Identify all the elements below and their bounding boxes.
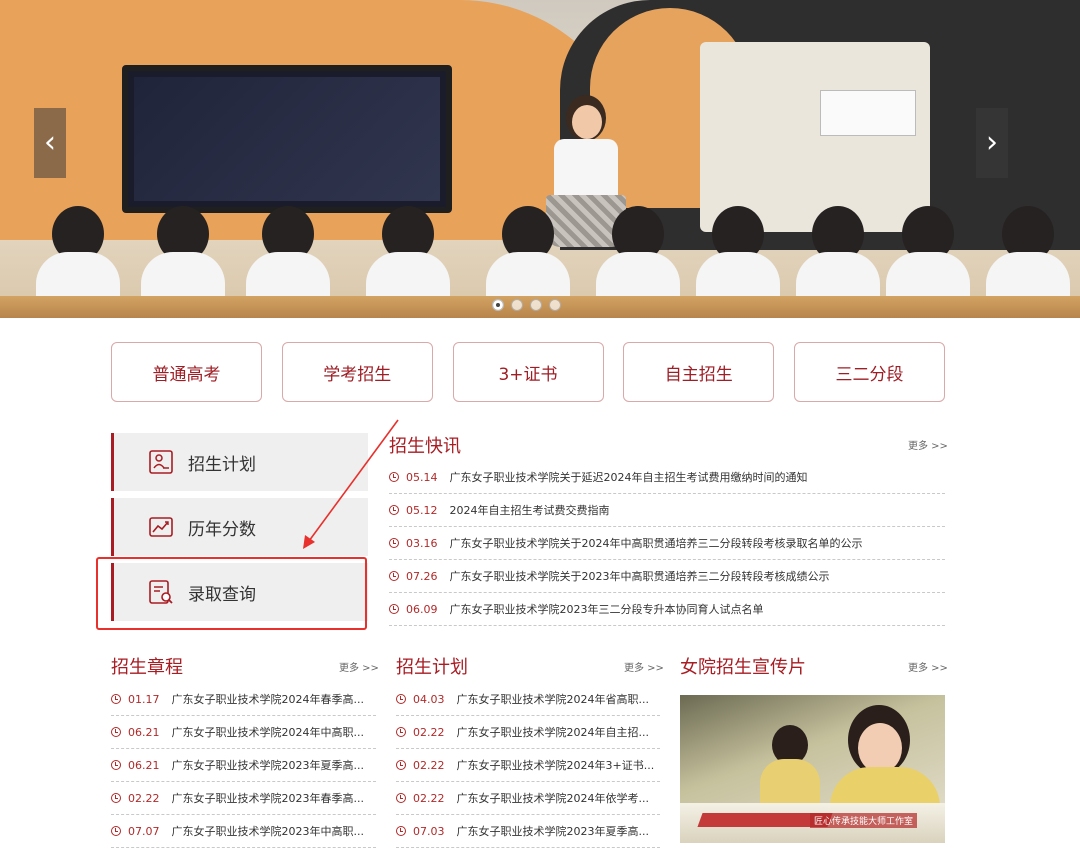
- banner-dot-4[interactable]: [549, 299, 561, 311]
- category-button-independent[interactable]: 自主招生: [623, 342, 775, 402]
- plan-date: 02.22: [413, 791, 445, 805]
- banner-dot-2[interactable]: [511, 299, 523, 311]
- clock-icon: [389, 538, 399, 548]
- list-item[interactable]: 06.21 广东女子职业技术学院2024年中高职...: [111, 716, 376, 749]
- news-date: 03.16: [406, 536, 438, 550]
- clock-icon: [396, 727, 406, 737]
- plan-date: 02.22: [413, 725, 445, 739]
- charter-title[interactable]: 广东女子职业技术学院2023年中高职...: [172, 823, 364, 839]
- promo-section-title: 女院招生宣传片: [680, 657, 806, 678]
- charter-title[interactable]: 广东女子职业技术学院2024年春季高...: [172, 691, 364, 707]
- charter-date: 06.21: [128, 758, 160, 772]
- list-item[interactable]: 04.03 广东女子职业技术学院2024年省高职...: [396, 683, 660, 716]
- plan-date: 02.22: [413, 758, 445, 772]
- clock-icon: [111, 760, 121, 770]
- list-item[interactable]: 05.12 2024年自主招生考试费交费指南: [389, 494, 945, 527]
- hero-banner[interactable]: ‹ ›: [0, 0, 1080, 318]
- list-item[interactable]: 01.17 广东女子职业技术学院2024年春季高...: [111, 683, 376, 716]
- plan-section-title: 招生计划: [396, 657, 468, 678]
- plan-icon: [149, 450, 173, 474]
- charter-title[interactable]: 广东女子职业技术学院2023年春季高...: [172, 790, 364, 806]
- list-item[interactable]: 07.07 广东女子职业技术学院2023年中高职...: [111, 815, 376, 848]
- clock-icon: [111, 793, 121, 803]
- news-section-title: 招生快讯: [389, 436, 461, 457]
- list-item[interactable]: 07.03 广东女子职业技术学院2023年夏季高...: [396, 815, 660, 848]
- clock-icon: [396, 826, 406, 836]
- category-button-xuekao[interactable]: 学考招生: [281, 342, 433, 402]
- news-date: 05.12: [406, 503, 438, 517]
- banner-prev-button[interactable]: ‹: [34, 108, 66, 178]
- plan-title[interactable]: 广东女子职业技术学院2024年3+证书...: [457, 757, 655, 773]
- annotation-highlight-box: [96, 557, 367, 630]
- plan-title[interactable]: 广东女子职业技术学院2024年依学考...: [457, 790, 649, 806]
- clock-icon: [111, 727, 121, 737]
- promo-more-link[interactable]: 更多 >>: [908, 659, 948, 674]
- plan-list: 04.03 广东女子职业技术学院2024年省高职... 02.22 广东女子职业技术…: [396, 683, 660, 848]
- list-item[interactable]: 02.22 广东女子职业技术学院2024年自主招...: [396, 716, 660, 749]
- category-button-three-two[interactable]: 三二分段: [794, 342, 945, 402]
- plan-date: 07.03: [413, 824, 445, 838]
- side-menu-label: 历年分数: [188, 519, 256, 540]
- charter-more-link[interactable]: 更多 >>: [339, 659, 379, 674]
- news-date: 07.26: [406, 569, 438, 583]
- news-list: 05.14 广东女子职业技术学院关于延迟2024年自主招生考试费用缴纳时间的通知 …: [389, 461, 945, 626]
- charter-date: 01.17: [128, 692, 160, 706]
- list-item[interactable]: 05.14 广东女子职业技术学院关于延迟2024年自主招生考试费用缴纳时间的通知: [389, 461, 945, 494]
- news-title[interactable]: 广东女子职业技术学院关于延迟2024年自主招生考试费用缴纳时间的通知: [450, 469, 808, 485]
- list-item[interactable]: 02.22 广东女子职业技术学院2024年依学考...: [396, 782, 660, 815]
- category-button-3-plus-cert[interactable]: 3+证书: [452, 342, 604, 402]
- calendar-decor: [820, 90, 916, 136]
- clock-icon: [389, 505, 399, 515]
- side-menu-past-scores[interactable]: 历年分数: [111, 498, 368, 556]
- side-menu-admission-plan[interactable]: 招生计划: [111, 433, 368, 491]
- news-title[interactable]: 广东女子职业技术学院2023年三二分段专升本协同育人试点名单: [450, 601, 764, 617]
- news-date: 05.14: [406, 470, 438, 484]
- side-menu-label: 招生计划: [188, 454, 256, 475]
- charter-title[interactable]: 广东女子职业技术学院2023年夏季高...: [172, 757, 364, 773]
- clock-icon: [111, 694, 121, 704]
- list-item[interactable]: 06.21 广东女子职业技术学院2023年夏季高...: [111, 749, 376, 782]
- charter-section-title: 招生章程: [111, 657, 183, 678]
- list-item[interactable]: 02.22 广东女子职业技术学院2024年3+证书...: [396, 749, 660, 782]
- charter-date: 02.22: [128, 791, 160, 805]
- banner-next-button[interactable]: ›: [976, 108, 1008, 178]
- list-item[interactable]: 03.16 广东女子职业技术学院关于2024年中高职贯通培养三二分段转段考核录取名…: [389, 527, 945, 560]
- clock-icon: [396, 760, 406, 770]
- list-item[interactable]: 02.22 广东女子职业技术学院2023年春季高...: [111, 782, 376, 815]
- plan-title[interactable]: 广东女子职业技术学院2024年省高职...: [457, 691, 649, 707]
- charter-date: 06.21: [128, 725, 160, 739]
- banner-pagination: [492, 299, 561, 311]
- banner-dot-1[interactable]: [492, 299, 504, 311]
- list-item[interactable]: 06.09 广东女子职业技术学院2023年三二分段专升本协同育人试点名单: [389, 593, 945, 626]
- chart-icon: [149, 517, 173, 537]
- plan-date: 04.03: [413, 692, 445, 706]
- charter-list: 01.17 广东女子职业技术学院2024年春季高... 06.21 广东女子职业技术…: [111, 683, 376, 848]
- tv-screen: [122, 65, 452, 213]
- clock-icon: [389, 604, 399, 614]
- banner-dot-3[interactable]: [530, 299, 542, 311]
- category-button-gaokao[interactable]: 普通高考: [111, 342, 262, 402]
- clock-icon: [389, 571, 399, 581]
- news-more-link[interactable]: 更多 >>: [908, 437, 948, 452]
- list-item[interactable]: 07.26 广东女子职业技术学院关于2023年中高职贯通培养三二分段转段考核成绩公…: [389, 560, 945, 593]
- charter-date: 07.07: [128, 824, 160, 838]
- clock-icon: [111, 826, 121, 836]
- notice-board: [700, 42, 930, 232]
- news-title[interactable]: 广东女子职业技术学院关于2023年中高职贯通培养三二分段转段考核成绩公示: [450, 568, 830, 584]
- clock-icon: [389, 472, 399, 482]
- charter-title[interactable]: 广东女子职业技术学院2024年中高职...: [172, 724, 364, 740]
- news-title[interactable]: 广东女子职业技术学院关于2024年中高职贯通培养三二分段转段考核录取名单的公示: [450, 535, 863, 551]
- plan-title[interactable]: 广东女子职业技术学院2024年自主招...: [457, 724, 649, 740]
- promo-caption: 匠心传承技能大师工作室: [810, 813, 918, 828]
- admission-category-bar: 普通高考 学考招生 3+证书 自主招生 三二分段: [111, 342, 945, 402]
- news-date: 06.09: [406, 602, 438, 616]
- promo-video-thumbnail[interactable]: 匠心传承技能大师工作室: [680, 695, 945, 843]
- plan-more-link[interactable]: 更多 >>: [624, 659, 664, 674]
- clock-icon: [396, 694, 406, 704]
- news-title[interactable]: 2024年自主招生考试费交费指南: [450, 502, 610, 518]
- plan-title[interactable]: 广东女子职业技术学院2023年夏季高...: [457, 823, 649, 839]
- clock-icon: [396, 793, 406, 803]
